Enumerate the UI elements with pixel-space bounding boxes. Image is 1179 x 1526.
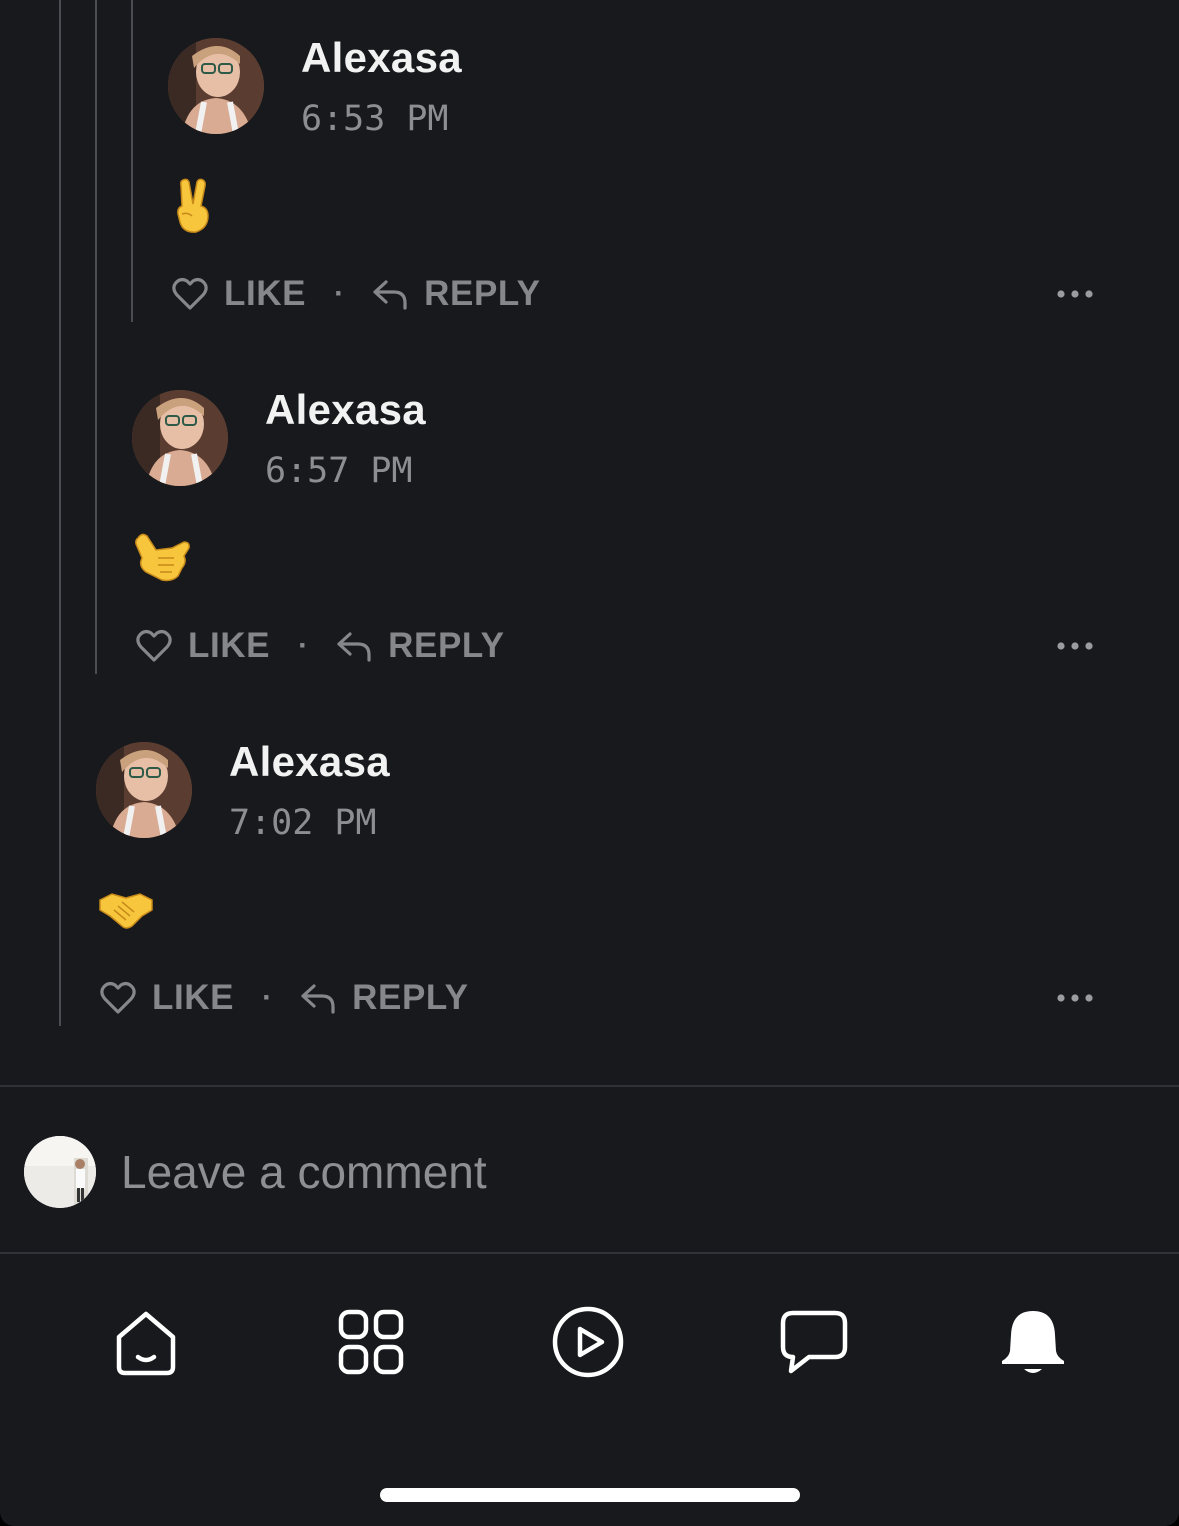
comment-author[interactable]: Alexasa — [229, 738, 390, 786]
comment-time: 6:53 PM — [301, 99, 449, 139]
play-icon — [552, 1306, 624, 1378]
comment-time: 6:57 PM — [265, 451, 413, 491]
separator: · — [262, 981, 273, 1014]
victory-hand-emoji — [177, 178, 209, 233]
reply-label: REPLY — [388, 626, 505, 665]
more-options-icon[interactable] — [1056, 284, 1096, 304]
reply-button[interactable]: REPLY — [300, 978, 468, 1018]
divider — [0, 1252, 1179, 1254]
like-label: LIKE — [152, 978, 235, 1017]
reply-icon — [337, 632, 371, 662]
current-user-avatar — [24, 1136, 96, 1208]
heart-icon — [172, 277, 208, 310]
tab-video[interactable] — [550, 1304, 626, 1380]
comment-actions: LIKE · REPLY — [136, 621, 505, 671]
screen: Alexasa 6:53 PM LIKE · REPLY Alexasa 6:5… — [0, 0, 1179, 1526]
avatar[interactable] — [168, 38, 264, 134]
home-indicator — [380, 1488, 800, 1502]
comment-actions: LIKE · REPLY — [100, 973, 469, 1023]
tab-notifications[interactable] — [995, 1304, 1071, 1380]
handshake-emoji — [99, 893, 153, 929]
bell-icon — [1002, 1311, 1064, 1373]
more-options-icon[interactable] — [1056, 636, 1096, 656]
reply-label: REPLY — [352, 978, 469, 1017]
reply-button[interactable]: REPLY — [372, 274, 540, 314]
comment-input[interactable] — [121, 1140, 1121, 1204]
comment-author[interactable]: Alexasa — [301, 34, 462, 82]
heart-icon — [136, 629, 172, 662]
home-icon — [116, 1311, 176, 1376]
comment: Alexasa 6:53 PM LIKE · REPLY — [0, 0, 1179, 330]
tab-explore[interactable] — [333, 1304, 409, 1380]
comment: Alexasa 6:57 PM LIKE · REPLY — [0, 352, 1179, 682]
tab-bar — [0, 1256, 1179, 1526]
like-label: LIKE — [224, 274, 307, 313]
separator: · — [334, 277, 345, 310]
avatar[interactable] — [96, 742, 192, 838]
tab-messages[interactable] — [776, 1304, 852, 1380]
comment-actions: LIKE · REPLY — [172, 269, 541, 319]
like-button[interactable]: LIKE — [100, 978, 234, 1018]
tab-home[interactable] — [108, 1304, 184, 1380]
comment-composer — [0, 1088, 1179, 1254]
like-label: LIKE — [188, 626, 271, 665]
avatar[interactable] — [132, 390, 228, 486]
reply-icon — [301, 984, 335, 1014]
like-button[interactable]: LIKE — [136, 626, 270, 666]
like-button[interactable]: LIKE — [172, 274, 306, 314]
call-me-hand-emoji — [135, 533, 190, 582]
divider — [0, 1085, 1179, 1087]
heart-icon — [100, 981, 136, 1014]
grid-icon — [338, 1309, 404, 1375]
comment-time: 7:02 PM — [229, 803, 377, 843]
reply-button[interactable]: REPLY — [336, 626, 504, 666]
comment: Alexasa 7:02 PM LIKE · REPLY — [0, 704, 1179, 1034]
comment-author[interactable]: Alexasa — [265, 386, 426, 434]
reply-icon — [373, 280, 407, 310]
separator: · — [298, 629, 309, 662]
chat-icon — [780, 1310, 848, 1374]
reply-label: REPLY — [424, 274, 541, 313]
more-options-icon[interactable] — [1056, 988, 1096, 1008]
